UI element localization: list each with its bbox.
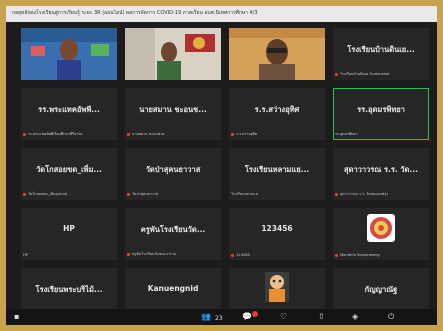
participant-label: รร.อุดมรพิทยา <box>335 132 358 136</box>
muted-mic-icon <box>127 192 130 196</box>
participant-name: รร.อุดมรพิทยา <box>357 105 405 114</box>
participant-tile[interactable]: สุดาวาวรณ ร.ร. วัด... สุดาวาวรณ ร.ร. วัด… <box>333 148 429 200</box>
participant-tile[interactable] <box>125 28 221 80</box>
participant-tile[interactable]: วัดโกสอยขด_เพิ่ม... วัดโกสอยขด_เพิ่มอุปก… <box>21 148 117 200</box>
participant-tile[interactable]: HP HP <box>21 208 117 260</box>
muted-mic-icon <box>231 253 234 257</box>
muted-mic-icon <box>335 72 338 76</box>
participant-label: รร.พระแทคอัพพีเรียนศึกษาคีรีธรรม <box>28 132 83 136</box>
leave-icon[interactable]: ⏻ <box>388 312 394 322</box>
reactions-icon[interactable]: ♡ <box>280 312 287 322</box>
apps-icon[interactable]: ◈ <box>352 312 358 322</box>
chat-notification-badge <box>252 311 258 317</box>
school-logo-icon <box>367 214 395 242</box>
participant-label: วัดป่าสุคนธาวาส <box>132 192 159 196</box>
participant-name: กัญญาณัฐ <box>364 285 398 294</box>
video-feed <box>125 28 221 80</box>
participants-count: 23 <box>215 315 223 322</box>
muted-mic-icon <box>23 192 26 196</box>
participant-label: โรงเรียนบ้านดินเย Screenshot <box>340 72 390 76</box>
participant-tile[interactable] <box>229 28 325 80</box>
participant-tile[interactable] <box>21 28 117 80</box>
participant-name: สุดาวาวรณ ร.ร. วัด... <box>344 165 418 174</box>
participant-label: โรงเรียนหลามแย <box>231 192 258 196</box>
cartoon-avatar-icon <box>265 272 289 302</box>
participant-name: 123456 <box>261 224 293 233</box>
participant-label: Monthira Sompraseng <box>340 253 380 257</box>
photo-frame: กลยุทธ์ของโรงเรียนสู่การเรียนรู้ ระยะ 3R… <box>0 0 443 331</box>
chat-icon[interactable]: 💬 <box>242 312 252 322</box>
participant-tile[interactable]: Monthira Sompraseng <box>333 208 429 260</box>
meeting-window: กลยุทธ์ของโรงเรียนสู่การเรียนรู้ ระยะ 3R… <box>6 6 437 325</box>
participant-name: โรงเรียนหลามแย... <box>244 165 310 174</box>
muted-mic-icon <box>127 252 130 256</box>
video-feed <box>21 28 117 80</box>
participant-label: ร.ร.สว่างอุทิศ <box>236 132 257 136</box>
participant-tile[interactable]: โรงเรียนหลามแย... โรงเรียนหลามแย <box>229 148 325 200</box>
participant-label: ครูพันโรงเรียนวัดชนะการาม <box>132 252 177 256</box>
share-icon[interactable]: ⇧ <box>318 312 325 322</box>
participant-tile[interactable]: โรงเรียนบ้านดินเย... โรงเรียนบ้านดินเย S… <box>333 28 429 80</box>
participant-label: HP <box>23 253 28 257</box>
participant-name: วัดป่าสุคนธาวาส <box>145 165 201 174</box>
active-speaker-tile[interactable]: รร.อุดมรพิทยา รร.อุดมรพิทยา <box>333 88 429 140</box>
window-title: กลยุทธ์ของโรงเรียนสู่การเรียนรู้ ระยะ 3R… <box>12 10 258 16</box>
participant-label: นายสมาน ชะอนช่วย <box>132 132 165 136</box>
muted-mic-icon <box>23 132 26 136</box>
participant-name: ร.ร.สว่างอุทิศ <box>254 105 300 114</box>
participant-tile[interactable]: 123456 123456 <box>229 208 325 260</box>
participant-name: นายสมาน ชะอนช... <box>139 105 207 114</box>
participant-name: วัดโกสอยขด_เพิ่ม... <box>36 165 102 174</box>
participant-tile[interactable]: ร.ร.สว่างอุทิศ ร.ร.สว่างอุทิศ <box>229 88 325 140</box>
muted-mic-icon <box>335 253 338 257</box>
meeting-toolbar: ▪ 👥 23 💬 ♡ ⇧ ◈ ⏻ <box>6 309 437 325</box>
participant-name: โรงเรียนพระบริไม้... <box>35 285 103 294</box>
participant-label: 123456 <box>236 253 250 257</box>
muted-mic-icon <box>231 132 234 136</box>
participant-tile[interactable]: รร.พระแทคอัพพี... รร.พระแทคอัพพีเรียนศึก… <box>21 88 117 140</box>
muted-mic-icon <box>335 192 338 196</box>
participant-name: Kanuengnid <box>147 284 199 293</box>
participant-tile[interactable]: วัดป่าสุคนธาวาส วัดป่าสุคนธาวาส <box>125 148 221 200</box>
participant-tile[interactable]: ครูพันโรงเรียนวัด... ครูพันโรงเรียนวัดชน… <box>125 208 221 260</box>
participants-icon[interactable]: 👥 <box>201 312 211 322</box>
participant-name: ครูพันโรงเรียนวัด... <box>140 225 206 234</box>
video-feed <box>229 28 325 80</box>
participant-name: โรงเรียนบ้านดินเย... <box>347 45 415 54</box>
participant-tile[interactable]: นายสมาน ชะอนช... นายสมาน ชะอนช่วย <box>125 88 221 140</box>
participant-name: HP <box>63 224 75 233</box>
title-bar: กลยุทธ์ของโรงเรียนสู่การเรียนรู้ ระยะ 3R… <box>6 6 437 22</box>
participant-name: รร.พระแทคอัพพี... <box>38 105 100 114</box>
more-left-icon[interactable]: ▪ <box>14 312 19 322</box>
muted-mic-icon <box>127 132 130 136</box>
participant-label: สุดาวาวรณ ร.ร. วัดสมดอกพรุ่ง <box>340 192 388 196</box>
participant-label: วัดโกสอยขด_เพิ่มอุปกรณ์ <box>28 192 68 196</box>
